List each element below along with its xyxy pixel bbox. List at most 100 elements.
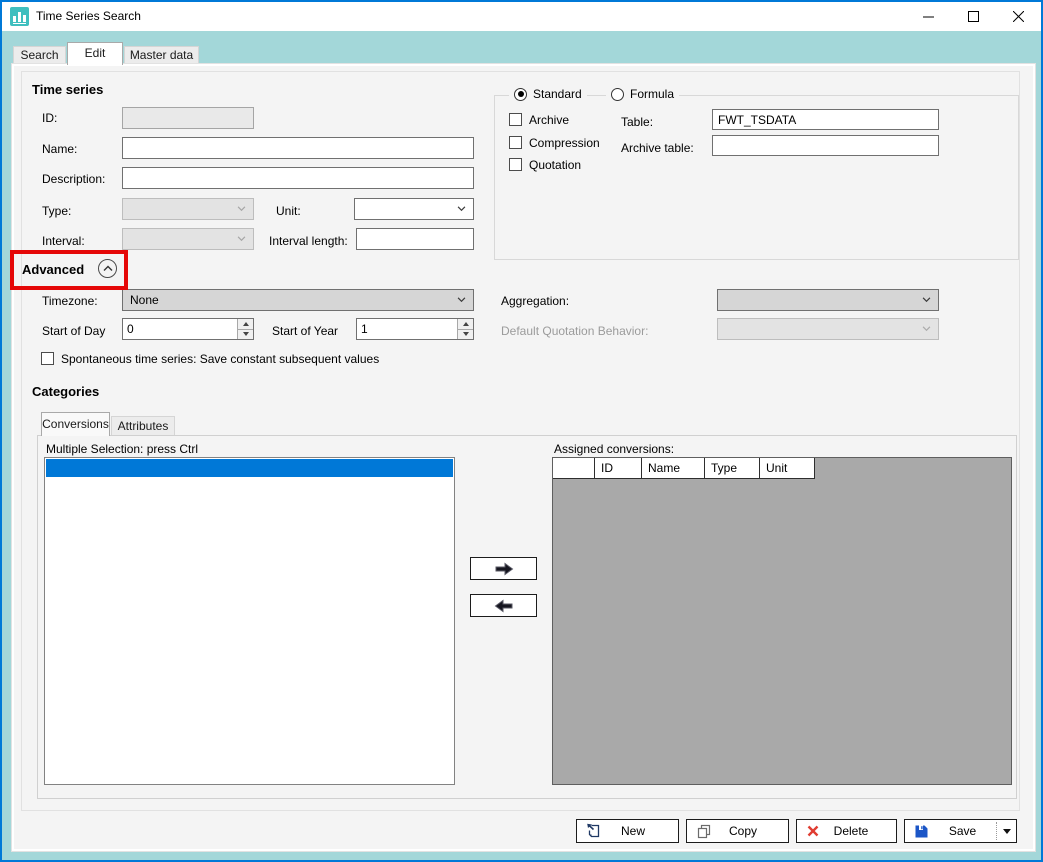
triangle-up-icon bbox=[463, 322, 469, 326]
name-label: Name: bbox=[42, 142, 77, 156]
tab-attributes[interactable]: Attributes bbox=[111, 416, 175, 436]
archive-table-field[interactable] bbox=[712, 135, 939, 156]
spin-down-button[interactable] bbox=[238, 329, 253, 340]
aggregation-label: Aggregation: bbox=[501, 294, 569, 308]
app-icon bbox=[10, 7, 29, 26]
radio-standard-icon bbox=[514, 88, 527, 101]
start-of-day-field[interactable] bbox=[123, 319, 237, 339]
chevron-down-icon bbox=[237, 236, 246, 242]
unit-dropdown[interactable] bbox=[354, 198, 474, 220]
grid-header-unit: Unit bbox=[760, 458, 815, 479]
triangle-down-icon bbox=[243, 332, 249, 336]
spin-up-button[interactable] bbox=[458, 319, 473, 329]
dropdown-triangle-icon bbox=[1003, 829, 1011, 834]
save-dropdown-button[interactable] bbox=[997, 829, 1016, 834]
delete-button-label: Delete bbox=[820, 824, 882, 838]
spontaneous-checkbox[interactable] bbox=[41, 352, 54, 365]
selected-list-item[interactable] bbox=[46, 459, 453, 477]
triangle-down-icon bbox=[463, 332, 469, 336]
start-of-year-spin-buttons bbox=[457, 319, 473, 339]
app-window: Time Series Search Search Edit Master da… bbox=[0, 0, 1043, 862]
radio-formula-label: Formula bbox=[630, 87, 674, 101]
chevron-down-icon bbox=[922, 326, 931, 332]
remove-conversion-button[interactable] bbox=[470, 594, 537, 617]
table-field[interactable] bbox=[712, 109, 939, 130]
grid-header-type: Type bbox=[705, 458, 760, 479]
name-field[interactable] bbox=[122, 137, 474, 159]
compression-checkbox[interactable] bbox=[509, 136, 522, 149]
start-of-day-label: Start of Day bbox=[42, 324, 105, 338]
delete-x-icon bbox=[806, 824, 820, 838]
timezone-dropdown[interactable]: None bbox=[122, 289, 474, 311]
spin-up-button[interactable] bbox=[238, 319, 253, 329]
default-quotation-label: Default Quotation Behavior: bbox=[501, 324, 648, 338]
time-series-heading: Time series bbox=[32, 82, 103, 97]
spin-down-button[interactable] bbox=[458, 329, 473, 340]
triangle-up-icon bbox=[243, 322, 249, 326]
maximize-button[interactable] bbox=[951, 2, 996, 31]
chevron-down-icon bbox=[237, 206, 246, 212]
grid-header-row: ID Name Type Unit bbox=[553, 458, 815, 479]
spontaneous-label: Spontaneous time series: Save constant s… bbox=[61, 352, 379, 366]
interval-length-label: Interval length: bbox=[269, 234, 348, 248]
type-dropdown bbox=[122, 198, 254, 220]
save-button[interactable]: Save bbox=[904, 819, 1017, 843]
arrow-right-icon bbox=[493, 562, 515, 576]
start-of-year-field[interactable] bbox=[357, 319, 457, 339]
interval-length-field[interactable] bbox=[356, 228, 474, 250]
chevron-down-icon bbox=[457, 297, 466, 303]
archive-checkbox[interactable] bbox=[509, 113, 522, 126]
timezone-label: Timezone: bbox=[42, 294, 98, 308]
grid-header-name: Name bbox=[642, 458, 705, 479]
new-document-icon bbox=[586, 823, 602, 839]
assigned-conversions-grid[interactable]: ID Name Type Unit bbox=[552, 457, 1012, 785]
grid-header-selector bbox=[553, 458, 595, 479]
compression-label: Compression bbox=[529, 136, 600, 150]
chevron-down-icon bbox=[457, 206, 466, 212]
unit-label: Unit: bbox=[276, 204, 301, 218]
assign-conversion-button[interactable] bbox=[470, 557, 537, 580]
interval-dropdown bbox=[122, 228, 254, 250]
copy-button[interactable]: Copy bbox=[686, 819, 789, 843]
conversions-listbox[interactable] bbox=[44, 457, 455, 785]
tab-master-data[interactable]: Master data bbox=[124, 46, 199, 64]
copy-button-label: Copy bbox=[712, 824, 774, 838]
description-field[interactable] bbox=[122, 167, 474, 189]
timezone-value: None bbox=[130, 293, 457, 307]
start-of-year-label: Start of Year bbox=[272, 324, 338, 338]
archive-label: Archive bbox=[529, 113, 569, 127]
radio-formula-icon bbox=[611, 88, 624, 101]
id-field bbox=[122, 107, 254, 129]
archive-table-label: Archive table: bbox=[621, 141, 694, 155]
aggregation-dropdown[interactable] bbox=[717, 289, 939, 311]
window-title: Time Series Search bbox=[36, 2, 141, 31]
minimize-button[interactable] bbox=[906, 2, 951, 31]
copy-icon bbox=[696, 823, 712, 839]
start-of-year-stepper[interactable] bbox=[356, 318, 474, 340]
advanced-collapse-toggle[interactable] bbox=[98, 259, 117, 278]
arrow-left-icon bbox=[493, 599, 515, 613]
new-button[interactable]: New bbox=[576, 819, 679, 843]
edit-tab-page: Time series ID: Name: Description: Type:… bbox=[12, 64, 1035, 851]
radio-standard[interactable]: Standard bbox=[509, 87, 587, 101]
radio-formula[interactable]: Formula bbox=[606, 87, 679, 101]
description-label: Description: bbox=[42, 172, 105, 186]
table-label: Table: bbox=[621, 115, 653, 129]
chevron-up-icon bbox=[103, 265, 113, 272]
multiple-selection-hint: Multiple Selection: press Ctrl bbox=[46, 442, 198, 456]
tab-edit[interactable]: Edit bbox=[67, 42, 123, 65]
advanced-heading: Advanced bbox=[22, 262, 84, 277]
tab-conversions[interactable]: Conversions bbox=[41, 412, 110, 436]
close-button[interactable] bbox=[996, 2, 1041, 31]
save-floppy-icon bbox=[914, 824, 929, 839]
save-button-label: Save bbox=[929, 824, 996, 838]
start-of-day-stepper[interactable] bbox=[122, 318, 254, 340]
new-button-label: New bbox=[602, 824, 664, 838]
start-of-day-spin-buttons bbox=[237, 319, 253, 339]
chevron-down-icon bbox=[922, 297, 931, 303]
quotation-label: Quotation bbox=[529, 158, 581, 172]
quotation-checkbox[interactable] bbox=[509, 158, 522, 171]
delete-button[interactable]: Delete bbox=[796, 819, 897, 843]
type-label: Type: bbox=[42, 204, 71, 218]
tab-search[interactable]: Search bbox=[13, 46, 66, 64]
